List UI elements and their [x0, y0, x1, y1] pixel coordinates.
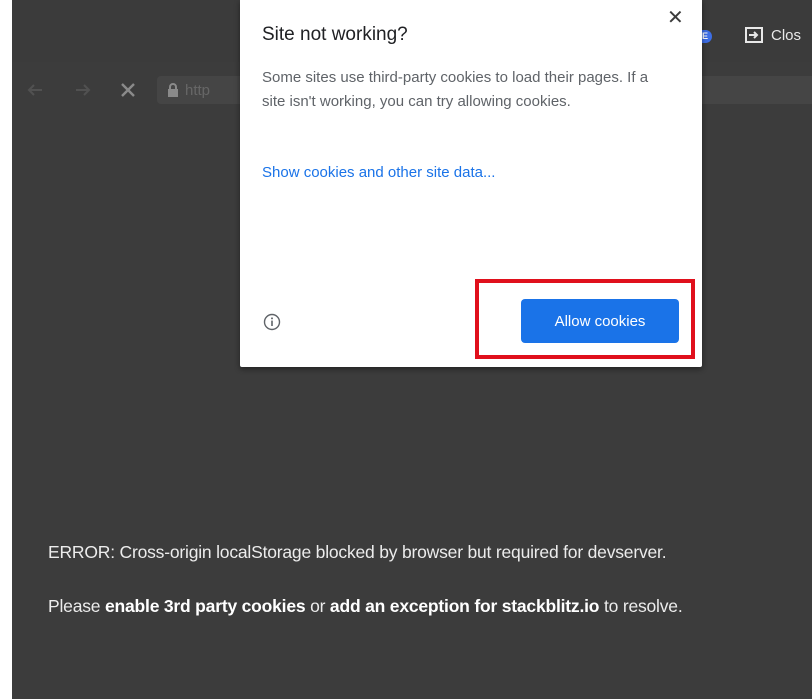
error-instructions: Please enable 3rd party cookies or add a… — [48, 596, 683, 617]
instruction-bold-exception: add an exception for stackblitz.io — [329, 596, 600, 616]
close-session-button[interactable]: Clos — [745, 24, 801, 46]
info-icon[interactable] — [263, 313, 281, 336]
close-icon[interactable]: ✕ — [667, 8, 684, 28]
popup-title: Site not working? — [262, 24, 408, 45]
instruction-text: or — [305, 596, 330, 616]
close-session-label: Clos — [771, 26, 802, 44]
exit-icon — [745, 27, 763, 43]
popup-description: Some sites use third-party cookies to lo… — [262, 69, 649, 110]
instruction-bold-cookies: enable 3rd party cookies — [104, 596, 306, 616]
show-cookies-link[interactable]: Show cookies and other site data... — [262, 164, 495, 181]
browser-window: IVE Clos — [12, 0, 812, 699]
highlight-box — [475, 279, 695, 359]
instruction-text: to resolve. — [599, 596, 683, 616]
error-message: ERROR: Cross-origin localStorage blocked… — [48, 542, 667, 562]
instruction-text: Please — [48, 596, 105, 616]
